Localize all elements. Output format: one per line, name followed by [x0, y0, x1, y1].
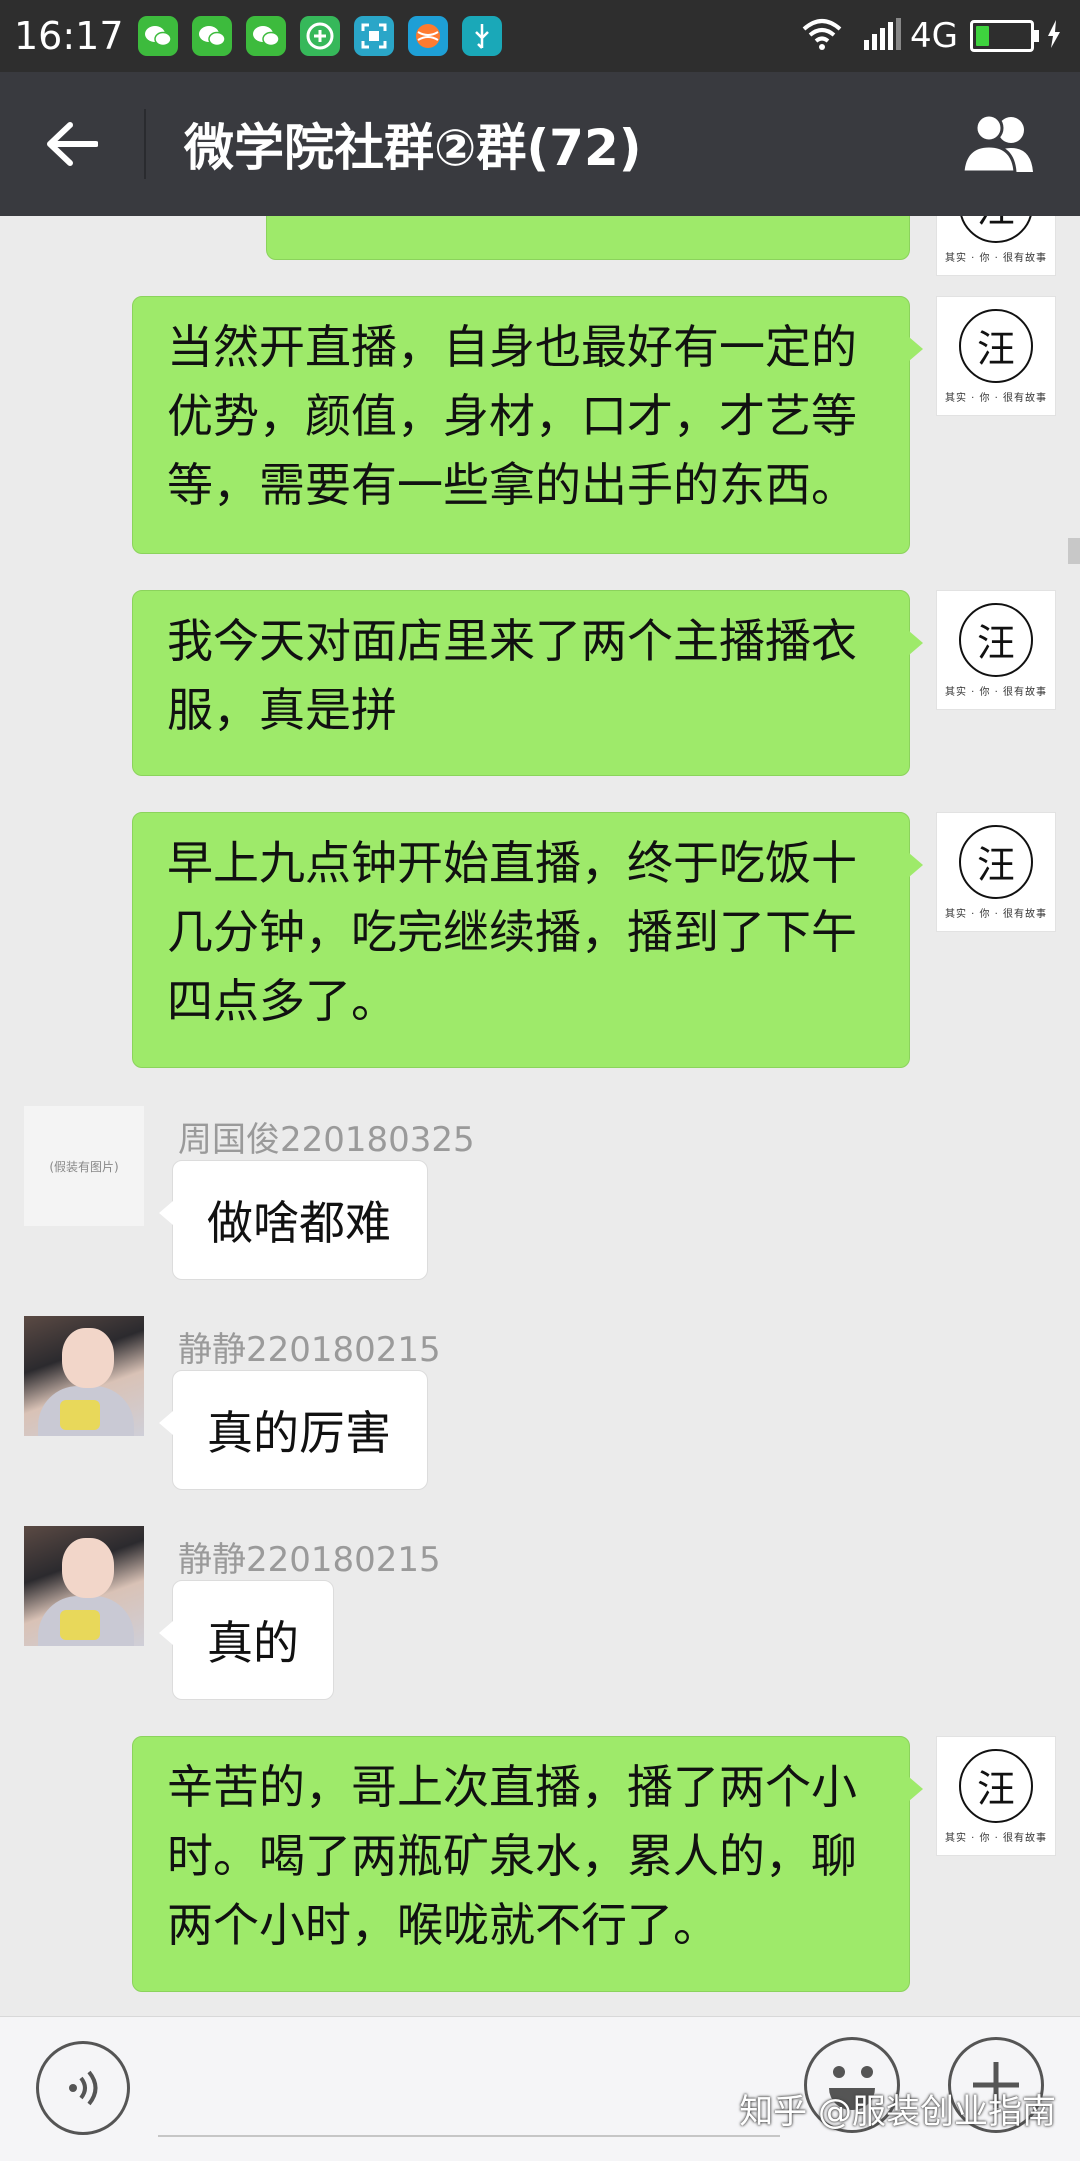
wifi-icon — [800, 17, 844, 55]
avatar-self[interactable]: 汪 其实 · 你 · 很有故事 — [936, 216, 1056, 276]
sender-name: 周国俊220180325 — [178, 1120, 475, 1160]
placeholder-text: (假装有图片) — [49, 1159, 119, 1174]
logo-mark: 汪 — [959, 602, 1033, 677]
usb-icon — [461, 16, 502, 56]
avatar-photo[interactable] — [24, 1316, 144, 1436]
wechat-icon — [137, 16, 178, 56]
logo-mark: 汪 — [959, 216, 1033, 243]
logo-caption: 其实 · 你 · 很有故事 — [944, 686, 1048, 698]
voice-button[interactable] — [36, 2041, 130, 2135]
watermark: 知乎 @服装创业指南 — [739, 2092, 1056, 2132]
ball-app-icon — [407, 16, 448, 56]
message-bubble[interactable]: 当然开直播，自身也最好有一定的优势，颜值，身材，口才，才艺等等，需要有一些拿的出… — [132, 296, 923, 554]
logo-mark: 汪 — [959, 1748, 1033, 1823]
sender-name: 静静220180215 — [178, 1330, 441, 1370]
message-bubble[interactable]: 做啥都难 — [159, 1160, 428, 1280]
message-bubble-partial[interactable] — [266, 216, 910, 260]
status-time: 16:17 — [14, 14, 124, 58]
message-bubble[interactable]: 真的 — [159, 1580, 334, 1700]
wechat-icon — [191, 16, 232, 56]
charging-icon — [1046, 20, 1062, 52]
message-bubble[interactable]: 我今天对面店里来了两个主播播衣服，真是拼 — [132, 590, 923, 776]
message-bubble[interactable]: 辛苦的，哥上次直播，播了两个小时。喝了两瓶矿泉水，累人的，聊两个小时，喉咙就不行… — [132, 1736, 923, 1992]
wechat-icon — [245, 16, 286, 56]
chat-messages[interactable]: 汪 其实 · 你 · 很有故事 当然开直播，自身也最好有一定的优势，颜值，身材，… — [0, 216, 1080, 2016]
signal-icon — [862, 18, 902, 54]
group-members-icon — [961, 114, 1033, 174]
logo-caption: 其实 · 你 · 很有故事 — [944, 908, 1048, 920]
plus-app-icon — [299, 16, 340, 56]
sender-name: 静静220180215 — [178, 1540, 441, 1580]
logo-caption: 其实 · 你 · 很有故事 — [944, 392, 1048, 404]
logo-caption: 其实 · 你 · 很有故事 — [944, 1832, 1048, 1844]
group-members-button[interactable] — [940, 72, 1060, 216]
avatar-self[interactable]: 汪 其实 · 你 · 很有故事 — [936, 812, 1056, 932]
logo-mark: 汪 — [959, 308, 1033, 383]
avatar-self[interactable]: 汪 其实 · 你 · 很有故事 — [936, 1736, 1056, 1856]
message-bubble[interactable]: 早上九点钟开始直播，终于吃饭十几分钟，吃完继续播，播到了下午四点多了。 — [132, 812, 923, 1068]
chat-title: 微学院社群②群(72) — [184, 119, 642, 177]
avatar-photo[interactable] — [24, 1526, 144, 1646]
message-bubble[interactable]: 真的厉害 — [159, 1370, 428, 1490]
network-type: 4G — [910, 16, 958, 56]
avatar-self[interactable]: 汪 其实 · 你 · 很有故事 — [936, 590, 1056, 710]
avatar-placeholder[interactable]: (假装有图片) — [24, 1106, 144, 1226]
title-divider — [144, 109, 146, 179]
voice-icon — [69, 2070, 98, 2106]
message-input[interactable] — [158, 2135, 780, 2137]
scroll-indicator[interactable] — [1068, 538, 1080, 564]
chat-title-bar: 微学院社群②群(72) — [0, 72, 1080, 216]
back-arrow-icon — [47, 122, 98, 166]
scan-icon — [353, 16, 394, 56]
logo-caption: 其实 · 你 · 很有故事 — [944, 252, 1048, 264]
logo-mark: 汪 — [959, 824, 1033, 899]
avatar-self[interactable]: 汪 其实 · 你 · 很有故事 — [936, 296, 1056, 416]
back-button[interactable] — [0, 72, 144, 216]
battery-icon — [970, 20, 1039, 52]
status-bar: 16:17 4G — [0, 0, 1080, 72]
